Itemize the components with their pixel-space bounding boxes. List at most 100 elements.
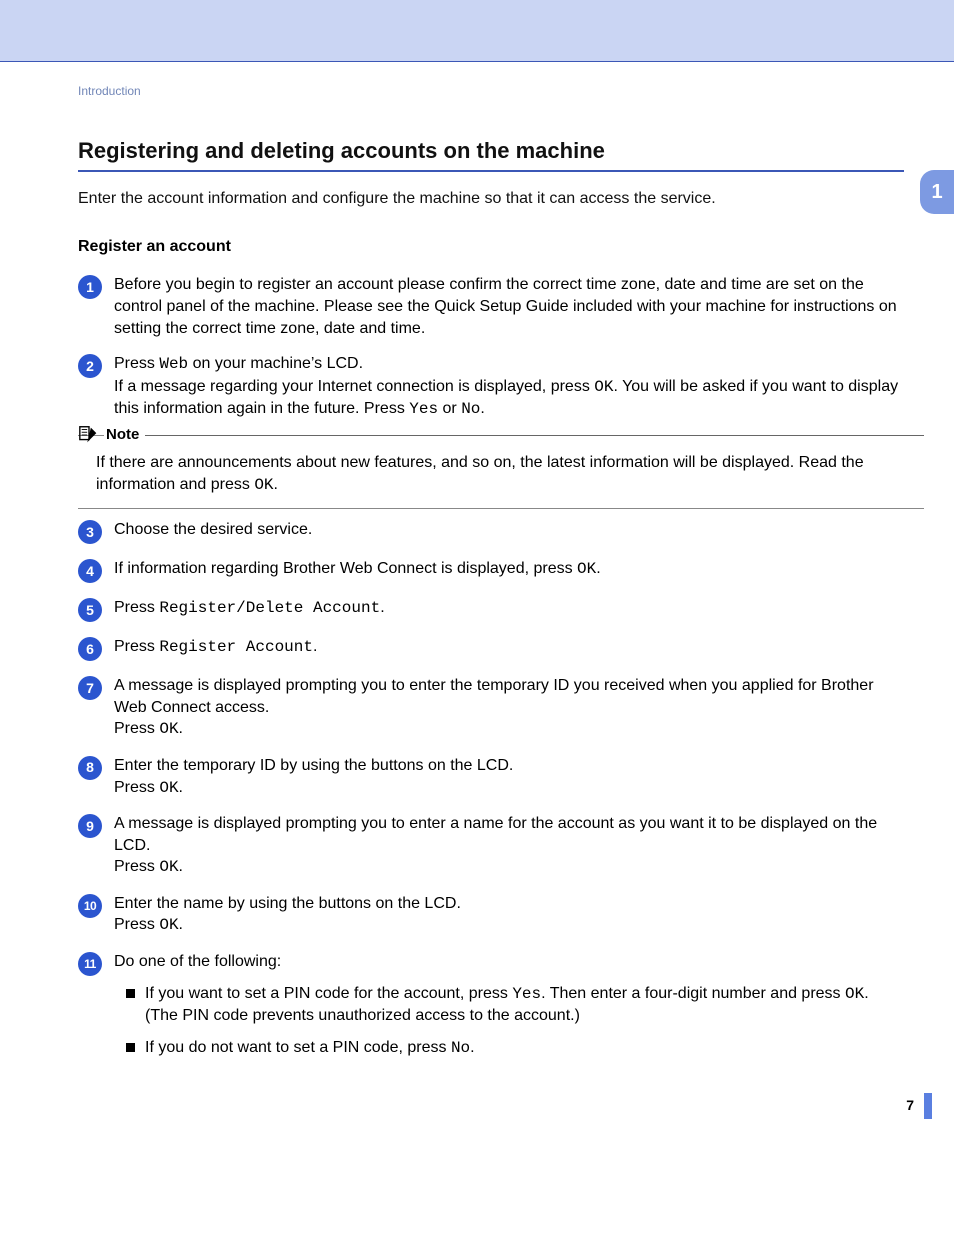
step-2: 2 Press Web on your machine’s LCD. If a … bbox=[78, 353, 904, 421]
step-list: 1 Before you begin to register an accoun… bbox=[78, 274, 904, 421]
text: . bbox=[179, 916, 183, 933]
text: . bbox=[596, 560, 600, 577]
code: No bbox=[451, 1039, 470, 1057]
sub-bullet-list: If you want to set a PIN code for the ac… bbox=[114, 983, 904, 1060]
code: Web bbox=[159, 355, 188, 373]
note-body: If there are announcements about new fea… bbox=[78, 452, 924, 496]
step-number-icon: 6 bbox=[78, 637, 102, 661]
text: Press bbox=[114, 720, 159, 737]
code: Yes bbox=[409, 400, 438, 418]
chapter-tab: 1 bbox=[920, 170, 954, 214]
page-number: 7 bbox=[906, 1097, 914, 1113]
note-rule bbox=[145, 435, 924, 436]
text: Press bbox=[114, 916, 159, 933]
sub-bullet-text: If you do not want to set a PIN code, pr… bbox=[145, 1037, 475, 1060]
note-pencil-icon bbox=[78, 424, 100, 446]
code: OK bbox=[159, 916, 178, 934]
step-4: 4 If information regarding Brother Web C… bbox=[78, 558, 904, 583]
step-7: 7 A message is displayed prompting you t… bbox=[78, 675, 904, 741]
text: If information regarding Brother Web Con… bbox=[114, 560, 577, 577]
text: If you do not want to set a PIN code, pr… bbox=[145, 1039, 451, 1056]
intro-text: Enter the account information and config… bbox=[78, 188, 924, 210]
sub-bullet-item: If you want to set a PIN code for the ac… bbox=[114, 983, 904, 1027]
step-text: Choose the desired service. bbox=[114, 519, 904, 541]
step-text: Before you begin to register an account … bbox=[114, 274, 904, 339]
step-number-icon: 7 bbox=[78, 676, 102, 700]
text: Press bbox=[114, 355, 159, 372]
code: OK bbox=[594, 378, 613, 396]
header-band bbox=[0, 0, 954, 62]
step-8: 8 Enter the temporary ID by using the bu… bbox=[78, 755, 904, 799]
sub-bullet-text: If you want to set a PIN code for the ac… bbox=[145, 983, 904, 1027]
step-number-icon: 8 bbox=[78, 756, 102, 780]
step-number-icon: 10 bbox=[78, 894, 102, 918]
text: Press bbox=[114, 779, 159, 796]
code: No bbox=[461, 400, 480, 418]
step-1: 1 Before you begin to register an accoun… bbox=[78, 274, 904, 339]
text: Press bbox=[114, 599, 159, 616]
code: Register Account bbox=[159, 638, 313, 656]
step-10: 10 Enter the name by using the buttons o… bbox=[78, 893, 904, 937]
text: . bbox=[179, 858, 183, 875]
text: . bbox=[313, 638, 317, 655]
text: . bbox=[179, 779, 183, 796]
code: OK bbox=[159, 858, 178, 876]
text: . bbox=[274, 476, 278, 493]
text: . bbox=[179, 720, 183, 737]
step-number-icon: 11 bbox=[78, 952, 102, 976]
text: Do one of the following: bbox=[114, 953, 281, 970]
step-text: A message is displayed prompting you to … bbox=[114, 813, 904, 879]
page-number-accent bbox=[924, 1093, 932, 1119]
step-5: 5 Press Register/Delete Account. bbox=[78, 597, 904, 622]
step-text: Enter the name by using the buttons on t… bbox=[114, 893, 904, 937]
code: Register/Delete Account bbox=[159, 599, 380, 617]
breadcrumb: Introduction bbox=[78, 84, 924, 98]
note-label: Note bbox=[104, 426, 145, 443]
text: . bbox=[380, 599, 384, 616]
text: on your machine’s LCD. bbox=[188, 355, 363, 372]
code: Yes bbox=[512, 985, 541, 1003]
step-11: 11 Do one of the following: If you want … bbox=[78, 951, 904, 1069]
step-list-continued: 3 Choose the desired service. 4 If infor… bbox=[78, 519, 904, 1069]
code: OK bbox=[845, 985, 864, 1003]
step-text: If information regarding Brother Web Con… bbox=[114, 558, 904, 581]
code: OK bbox=[577, 560, 596, 578]
note-header: Note bbox=[78, 424, 924, 446]
text: . bbox=[480, 400, 484, 417]
step-text: Press Register Account. bbox=[114, 636, 904, 659]
text: Enter the name by using the buttons on t… bbox=[114, 895, 461, 912]
text: If there are announcements about new fea… bbox=[96, 454, 864, 493]
code: OK bbox=[254, 476, 273, 494]
section-title: Registering and deleting accounts on the… bbox=[78, 138, 904, 172]
step-3: 3 Choose the desired service. bbox=[78, 519, 904, 544]
step-number-icon: 9 bbox=[78, 814, 102, 838]
step-text: Do one of the following: If you want to … bbox=[114, 951, 904, 1069]
text: Enter the temporary ID by using the butt… bbox=[114, 757, 513, 774]
step-number-icon: 4 bbox=[78, 559, 102, 583]
step-number-icon: 2 bbox=[78, 354, 102, 378]
note-block: Note If there are announcements about ne… bbox=[78, 435, 924, 509]
code: OK bbox=[159, 779, 178, 797]
text: . bbox=[470, 1039, 474, 1056]
step-text: Press Web on your machine’s LCD. If a me… bbox=[114, 353, 904, 421]
square-bullet-icon bbox=[126, 989, 135, 998]
step-9: 9 A message is displayed prompting you t… bbox=[78, 813, 904, 879]
subsection-title: Register an account bbox=[78, 238, 924, 256]
text: or bbox=[438, 400, 461, 417]
text: If you want to set a PIN code for the ac… bbox=[145, 985, 512, 1002]
text: . Then enter a four-digit number and pre… bbox=[541, 985, 845, 1002]
text: A message is displayed prompting you to … bbox=[114, 815, 877, 854]
step-6: 6 Press Register Account. bbox=[78, 636, 904, 661]
text: If a message regarding your Internet con… bbox=[114, 378, 594, 395]
text: Press bbox=[114, 638, 159, 655]
sub-bullet-item: If you do not want to set a PIN code, pr… bbox=[114, 1037, 904, 1060]
step-text: A message is displayed prompting you to … bbox=[114, 675, 904, 741]
page-content: Introduction Registering and deleting ac… bbox=[0, 62, 954, 1143]
step-text: Press Register/Delete Account. bbox=[114, 597, 904, 620]
step-number-icon: 1 bbox=[78, 275, 102, 299]
text: A message is displayed prompting you to … bbox=[114, 677, 874, 716]
step-text: Enter the temporary ID by using the butt… bbox=[114, 755, 904, 799]
step-number-icon: 3 bbox=[78, 520, 102, 544]
text: Press bbox=[114, 858, 159, 875]
code: OK bbox=[159, 720, 178, 738]
